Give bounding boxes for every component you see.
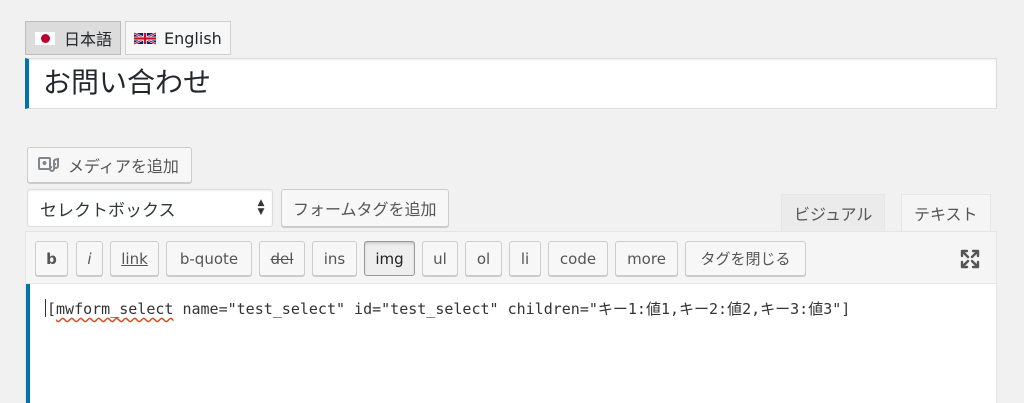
media-icon xyxy=(38,157,59,172)
tab-visual-label: ビジュアル xyxy=(794,205,873,224)
lang-english-label: English xyxy=(164,28,222,48)
content-shortcode-rest: name="test_select" id="test_select" chil… xyxy=(173,300,851,318)
post-title-input[interactable]: お問い合わせ xyxy=(25,58,997,109)
add-formtag-button[interactable]: フォームタグを追加 xyxy=(281,189,449,227)
li-button[interactable]: li xyxy=(509,241,541,276)
content-shortcode-name: mwform_select xyxy=(56,300,174,318)
ul-button[interactable]: ul xyxy=(422,241,458,276)
lang-japanese-button[interactable]: 日本語 xyxy=(25,21,122,55)
blockquote-button[interactable]: b-quote xyxy=(166,241,252,276)
add-media-label: メディアを追加 xyxy=(68,157,179,176)
img-button[interactable]: img xyxy=(364,241,415,276)
japan-flag-icon xyxy=(34,30,56,46)
add-formtag-label: フォームタグを追加 xyxy=(293,200,437,219)
post-title-text: お問い合わせ xyxy=(43,66,212,99)
lang-japanese-label: 日本語 xyxy=(64,30,113,49)
quicktags-toolbar: b i link b-quote del ins img ul ol li co… xyxy=(26,232,996,284)
content-open-bracket: [ xyxy=(47,300,57,318)
bold-button[interactable]: b xyxy=(35,241,68,276)
text-caret xyxy=(45,299,46,317)
close-tags-button[interactable]: タグを閉じる xyxy=(685,241,806,276)
content-textarea[interactable]: [mwform_select name="test_select" id="te… xyxy=(26,284,996,403)
form-element-select[interactable]: セレクトボックス ▲ ▼ xyxy=(27,189,273,227)
tab-visual[interactable]: ビジュアル xyxy=(781,194,886,232)
uk-flag-icon xyxy=(134,31,157,45)
text-editor: b i link b-quote del ins img ul ol li co… xyxy=(25,231,997,403)
tab-text-label: テキスト xyxy=(914,205,978,224)
add-media-button[interactable]: メディアを追加 xyxy=(27,147,192,183)
lang-english-button[interactable]: English xyxy=(125,21,231,55)
select-arrows-icon: ▲ ▼ xyxy=(257,198,265,217)
code-button[interactable]: code xyxy=(548,241,608,276)
content-text: [mwform_select name="test_select" id="te… xyxy=(45,298,850,319)
ins-button[interactable]: ins xyxy=(312,241,357,276)
italic-button[interactable]: i xyxy=(76,241,103,276)
del-button[interactable]: del xyxy=(259,241,305,276)
tab-text[interactable]: テキスト xyxy=(901,194,991,232)
language-switcher: 日本語 English xyxy=(25,21,231,55)
ol-button[interactable]: ol xyxy=(465,241,502,276)
link-button[interactable]: link xyxy=(110,241,159,276)
more-button[interactable]: more xyxy=(615,241,678,276)
form-element-select-value: セレクトボックス xyxy=(40,200,176,221)
fullscreen-icon[interactable] xyxy=(960,249,980,269)
